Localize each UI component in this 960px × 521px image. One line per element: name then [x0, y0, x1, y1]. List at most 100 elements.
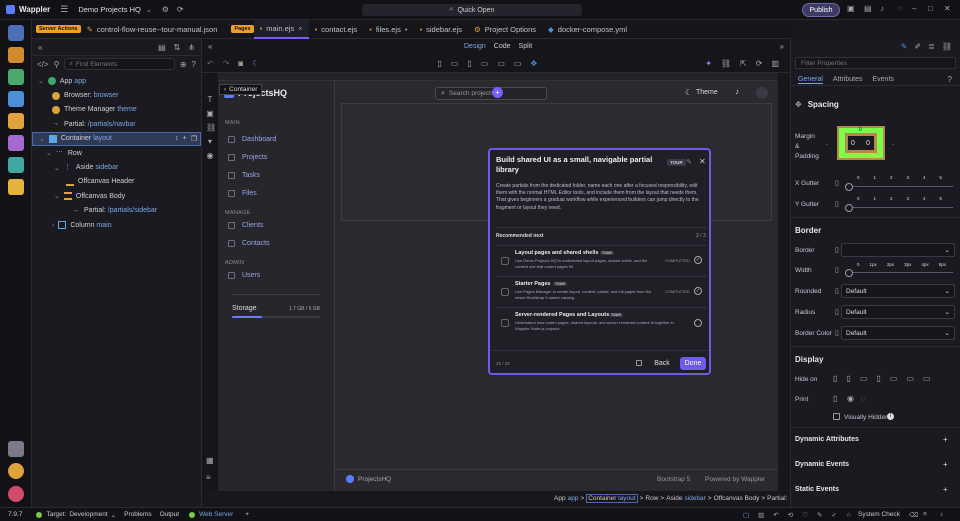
mobile-landscape-icon[interactable]: ▭	[451, 59, 459, 68]
quick-open-input[interactable]: ⌕ Quick Open	[362, 4, 582, 16]
wide-desktop-icon[interactable]: ▭	[923, 374, 931, 383]
tab-files-ejs[interactable]: ▪ files.ejs •	[363, 20, 413, 39]
chevron-down-icon[interactable]: ⌄	[54, 164, 60, 172]
move-icon[interactable]: ✥	[530, 59, 537, 68]
signpost-icon[interactable]	[7, 113, 24, 129]
tablet-icon[interactable]: ▯	[467, 59, 471, 68]
help-icon[interactable]: ?	[192, 60, 196, 69]
undo-icon[interactable]: ↶	[207, 59, 214, 68]
border-select[interactable]: ⌄	[841, 243, 955, 257]
recommended-item[interactable]: Layout pages and shared shells TOUR Use …	[496, 245, 707, 275]
y-gutter-slider[interactable]	[845, 204, 953, 212]
breadcrumb-row[interactable]: Row	[645, 495, 658, 502]
tab-contact-ejs[interactable]: ▪ contact.ejs	[309, 20, 364, 39]
no-device-icon[interactable]: ▯	[833, 374, 837, 383]
like-icon[interactable]: ♡	[802, 511, 808, 519]
tree-item-partial-navbar[interactable]: → Partial: /partials/navbar	[32, 117, 201, 131]
bell-icon[interactable]: ♪	[940, 511, 943, 518]
nav-users[interactable]: Users	[218, 266, 334, 284]
mobile-landscape-icon[interactable]: ▭	[860, 374, 868, 383]
eye-off-icon[interactable]: ◌	[861, 394, 866, 403]
gear-icon[interactable]: ⚙	[162, 5, 169, 14]
chevron-down-icon[interactable]: ⌄	[39, 135, 45, 143]
add-badge-icon[interactable]: +	[492, 87, 503, 98]
menu-icon[interactable]: ☰	[60, 4, 68, 15]
history-icon[interactable]: ⟲	[788, 511, 793, 519]
filter-properties-input[interactable]: Filter Properties	[795, 57, 956, 69]
project-selector[interactable]: Demo Projects HQ	[78, 5, 141, 14]
external-icon[interactable]: ⇱	[740, 59, 747, 68]
minimize-icon[interactable]: –	[912, 4, 916, 13]
add-icon[interactable]: +	[943, 460, 948, 469]
undo-icon[interactable]: ↶	[773, 511, 778, 519]
star-icon[interactable]: ☆	[846, 511, 852, 519]
tablet-icon[interactable]: ▯	[876, 374, 880, 383]
breadcrumb-container[interactable]: Container layout	[586, 493, 638, 503]
tools-icon[interactable]	[7, 135, 24, 151]
tree-item-aside[interactable]: ⌄ ⋮ Aside sidebar	[32, 160, 201, 174]
layout-icon[interactable]: ▥	[771, 59, 779, 68]
nav-dashboard[interactable]: Dashboard	[218, 130, 334, 148]
workflow-icon[interactable]	[7, 47, 24, 63]
save-icon[interactable]: ▤	[158, 43, 166, 52]
desktop-icon[interactable]: ▭	[497, 59, 505, 68]
tree-item-offcanvas-header[interactable]: Offcanvas Header	[32, 175, 201, 189]
link-icon[interactable]: ⛓	[721, 59, 731, 68]
bell-icon[interactable]: ♪	[735, 87, 739, 96]
chevron-right-icon[interactable]: ›	[52, 222, 54, 229]
pin-icon[interactable]: ✎	[686, 158, 692, 166]
chat-icon[interactable]: ◌	[897, 4, 902, 13]
desktop-icon[interactable]: ▭	[906, 374, 914, 383]
sort-icon[interactable]: ⇅	[174, 43, 181, 52]
camera-icon[interactable]: ◙	[238, 59, 243, 68]
chevron-down-icon[interactable]: ⌄	[146, 6, 152, 14]
square-icon[interactable]: ▢	[743, 511, 749, 519]
split-view-button[interactable]: Split	[519, 43, 533, 50]
design-view-button[interactable]: Design	[464, 43, 486, 50]
pages-icon[interactable]	[7, 25, 24, 41]
magic-icon[interactable]: ✦	[705, 59, 712, 68]
nav-files[interactable]: Files	[218, 184, 334, 202]
eye-icon[interactable]: ◉	[207, 151, 214, 160]
layers-icon[interactable]: ≡	[923, 511, 927, 518]
git-icon[interactable]	[7, 69, 24, 85]
empty-circle-icon[interactable]	[694, 319, 702, 327]
publish-button[interactable]: Publish	[802, 3, 840, 17]
recommended-item[interactable]: Server-rendered Pages and Layouts TOUR U…	[496, 307, 707, 339]
tree-item-app[interactable]: ⌄ App app	[32, 74, 201, 88]
maximize-icon[interactable]: □	[928, 4, 933, 13]
chevron-down-icon[interactable]: ⌄	[54, 192, 60, 200]
app-search-input[interactable]: ⌕ Search projects	[435, 87, 547, 100]
check-icon[interactable]: ✓	[832, 511, 837, 519]
tree-item-column[interactable]: › Column main	[32, 218, 201, 232]
stack-icon[interactable]: ≣	[928, 42, 935, 51]
chevron-down-icon[interactable]: ⌄	[111, 511, 116, 519]
target-select[interactable]: Development	[69, 511, 107, 518]
extensions-icon[interactable]	[8, 441, 24, 457]
chevron-down-icon[interactable]: ⌄	[46, 149, 52, 157]
tree-item-container[interactable]: ⌄ Container layout ↕ + ❐	[32, 131, 201, 146]
add-icon[interactable]: +	[183, 135, 187, 142]
nav-contacts[interactable]: Contacts	[218, 234, 334, 252]
moon-icon[interactable]: ☾	[685, 88, 692, 97]
tab-attributes[interactable]: Attributes	[833, 76, 863, 83]
layout-icon[interactable]: ▥	[758, 511, 764, 519]
menu-icon[interactable]: ≡	[206, 473, 211, 482]
system-check-button[interactable]: System Check	[858, 511, 900, 518]
redo-icon[interactable]: ↷	[223, 59, 230, 68]
find-elements-input[interactable]: ⌕ Find Elements	[64, 58, 175, 70]
recommended-item[interactable]: Starter Pages TOUR Use Pages Manager to …	[496, 276, 707, 306]
eye-icon[interactable]: ◉	[847, 394, 854, 403]
margin-padding-box[interactable]: 0 0 0	[837, 126, 885, 160]
reload-icon[interactable]: ⟳	[756, 59, 763, 68]
breadcrumb-partial[interactable]: Partial:	[767, 495, 787, 502]
code-icon[interactable]: </>	[37, 60, 49, 69]
tree-icon[interactable]: ⋔	[188, 43, 195, 52]
add-icon[interactable]: +	[943, 485, 948, 494]
tab-general[interactable]: General	[798, 76, 823, 84]
breadcrumb-offcanvas[interactable]: Offcanvas Body	[714, 495, 760, 502]
image-icon[interactable]: ▣	[206, 109, 214, 118]
move-icon[interactable]: ↕	[175, 135, 179, 142]
tab-project-options[interactable]: ⚙ Project Options	[468, 20, 542, 39]
link-icon[interactable]: ⛓	[206, 123, 216, 132]
